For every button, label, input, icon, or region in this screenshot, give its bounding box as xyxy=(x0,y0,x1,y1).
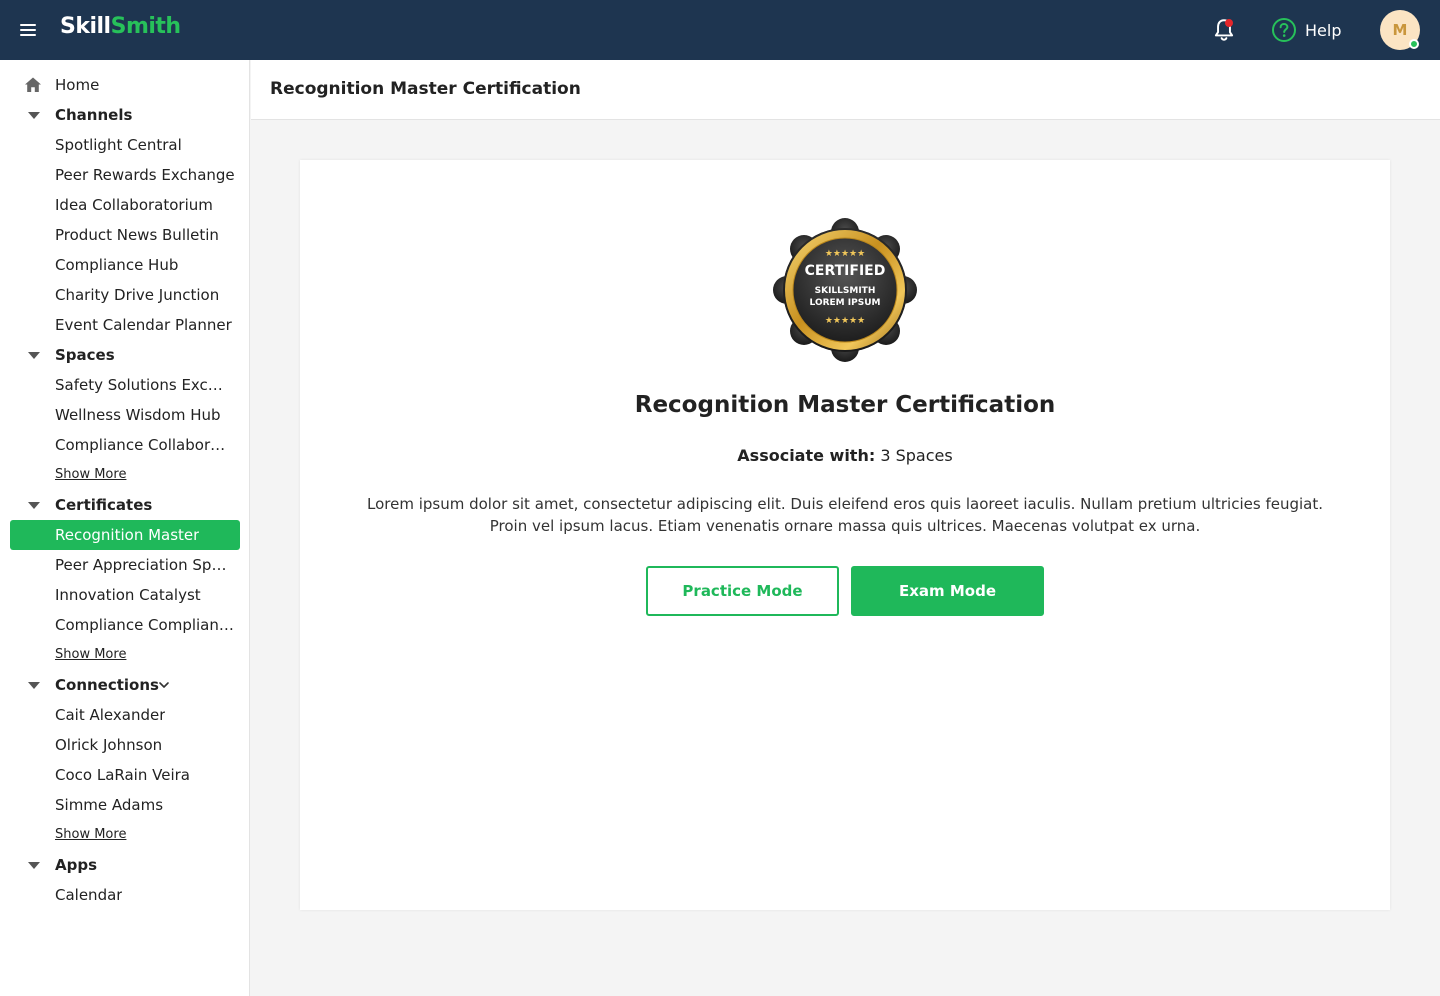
space-item[interactable]: Wellness Wisdom Hub xyxy=(10,400,240,430)
certificate-item[interactable]: Peer Appreciation Specialist xyxy=(10,550,240,580)
associate-value: 3 Spaces xyxy=(880,446,953,465)
space-label: Compliance Collaboration xyxy=(55,436,227,454)
badge-stars-top: ★★★★★ xyxy=(825,249,865,259)
space-label: Safety Solutions Exchange xyxy=(55,376,227,394)
section-title: Channels xyxy=(55,106,133,124)
caret-down-icon[interactable] xyxy=(28,682,40,689)
section-title: Connections xyxy=(55,676,159,694)
channel-item[interactable]: Idea Collaboratorium xyxy=(10,190,240,220)
top-bar: SkillSmith Help M xyxy=(0,0,1440,60)
help-button[interactable]: Help xyxy=(1271,17,1341,43)
certificate-label: Peer Appreciation Specialist xyxy=(55,556,227,574)
channel-label: Peer Rewards Exchange xyxy=(55,166,235,184)
section-spaces[interactable]: Spaces xyxy=(10,340,240,370)
page-header: Recognition Master Certification xyxy=(251,60,1440,120)
section-title: Spaces xyxy=(55,346,115,364)
certificates-show-more-link[interactable]: Show More xyxy=(55,647,126,662)
caret-down-icon[interactable] xyxy=(28,112,40,119)
certification-card: ★★★★★ CERTIFIED SKILLSMITH LOREM IPSUM ★… xyxy=(300,160,1390,910)
logo-text-skill: Skill xyxy=(60,14,111,39)
section-title: Certificates xyxy=(55,496,153,514)
channel-label: Charity Drive Junction xyxy=(55,286,220,304)
section-connections[interactable]: Connections xyxy=(10,670,240,700)
practice-mode-button[interactable]: Practice Mode xyxy=(646,566,839,616)
channel-item[interactable]: Spotlight Central xyxy=(10,130,240,160)
certificate-item[interactable]: Compliance Compliance Pro xyxy=(10,610,240,640)
logo-text-smith: Smith xyxy=(110,14,182,39)
section-title: Apps xyxy=(55,856,98,874)
connection-item[interactable]: Coco LaRain Veira xyxy=(10,760,240,790)
section-channels[interactable]: Channels xyxy=(10,100,240,130)
chevron-down-icon[interactable] xyxy=(158,679,170,691)
channel-label: Spotlight Central xyxy=(55,136,182,154)
channel-item[interactable]: Product News Bulletin xyxy=(10,220,240,250)
connection-label: Coco LaRain Veira xyxy=(55,766,190,784)
menu-icon[interactable] xyxy=(16,18,40,42)
connections-show-more-link[interactable]: Show More xyxy=(55,827,126,842)
bell-icon[interactable] xyxy=(1211,17,1237,43)
certification-description: Lorem ipsum dolor sit amet, consectetur … xyxy=(366,495,1323,535)
notification-dot xyxy=(1225,19,1233,27)
certification-title: Recognition Master Certification xyxy=(634,392,1056,418)
connection-item[interactable]: Cait Alexander xyxy=(10,700,240,730)
channel-label: Idea Collaboratorium xyxy=(55,196,213,214)
channel-item[interactable]: Compliance Hub xyxy=(10,250,240,280)
section-apps[interactable]: Apps xyxy=(10,850,240,880)
sidebar-item-label: Home xyxy=(55,76,100,94)
badge-line3: LOREM IPSUM xyxy=(810,298,881,308)
sidebar-item-home[interactable]: Home xyxy=(10,70,240,100)
page-title: Recognition Master Certification xyxy=(270,79,581,99)
channel-label: Event Calendar Planner xyxy=(55,316,232,334)
caret-down-icon[interactable] xyxy=(28,862,40,869)
channel-item[interactable]: Event Calendar Planner xyxy=(10,310,240,340)
badge-line2: SKILLSMITH xyxy=(815,286,876,296)
certificate-label: Recognition Master xyxy=(55,526,200,544)
space-label: Wellness Wisdom Hub xyxy=(55,406,221,424)
sidebar: Home Channels Spotlight Central Peer Rew… xyxy=(0,60,250,996)
caret-down-icon[interactable] xyxy=(28,352,40,359)
channel-item[interactable]: Charity Drive Junction xyxy=(10,280,240,310)
space-item[interactable]: Compliance Collaboration xyxy=(10,430,240,460)
associate-label: Associate with: xyxy=(737,446,876,465)
badge-stars-bottom: ★★★★★ xyxy=(825,316,865,326)
certificate-label: Innovation Catalyst xyxy=(55,586,201,604)
online-status-dot xyxy=(1409,39,1419,49)
connection-label: Simme Adams xyxy=(55,796,164,814)
spaces-show-more-link[interactable]: Show More xyxy=(55,467,126,482)
section-certificates[interactable]: Certificates xyxy=(10,490,240,520)
app-item[interactable]: Calendar xyxy=(10,880,240,910)
associate-with-text: Associate with: 3 Spaces xyxy=(300,446,1390,465)
channel-label: Product News Bulletin xyxy=(55,226,219,244)
help-circle-icon xyxy=(1272,18,1296,42)
certificate-item[interactable]: Innovation Catalyst xyxy=(10,580,240,610)
connection-item[interactable]: Olrick Johnson xyxy=(10,730,240,760)
caret-down-icon[interactable] xyxy=(28,502,40,509)
connection-label: Olrick Johnson xyxy=(55,736,163,754)
certified-badge-icon: ★★★★★ CERTIFIED SKILLSMITH LOREM IPSUM ★… xyxy=(773,218,917,362)
help-label: Help xyxy=(1305,20,1342,40)
channel-label: Compliance Hub xyxy=(55,256,179,274)
skillsmith-logo[interactable]: SkillSmith xyxy=(60,14,181,39)
exam-mode-button[interactable]: Exam Mode xyxy=(851,566,1044,616)
channel-item[interactable]: Peer Rewards Exchange xyxy=(10,160,240,190)
home-icon xyxy=(25,77,41,92)
certificate-label: Compliance Compliance Pro xyxy=(55,616,235,634)
space-item[interactable]: Safety Solutions Exchange xyxy=(10,370,240,400)
connection-label: Cait Alexander xyxy=(55,706,166,724)
badge-line1: CERTIFIED xyxy=(805,263,886,279)
app-label: Calendar xyxy=(55,886,123,904)
connection-item[interactable]: Simme Adams xyxy=(10,790,240,820)
certificate-item-active[interactable]: Recognition Master xyxy=(10,520,240,550)
